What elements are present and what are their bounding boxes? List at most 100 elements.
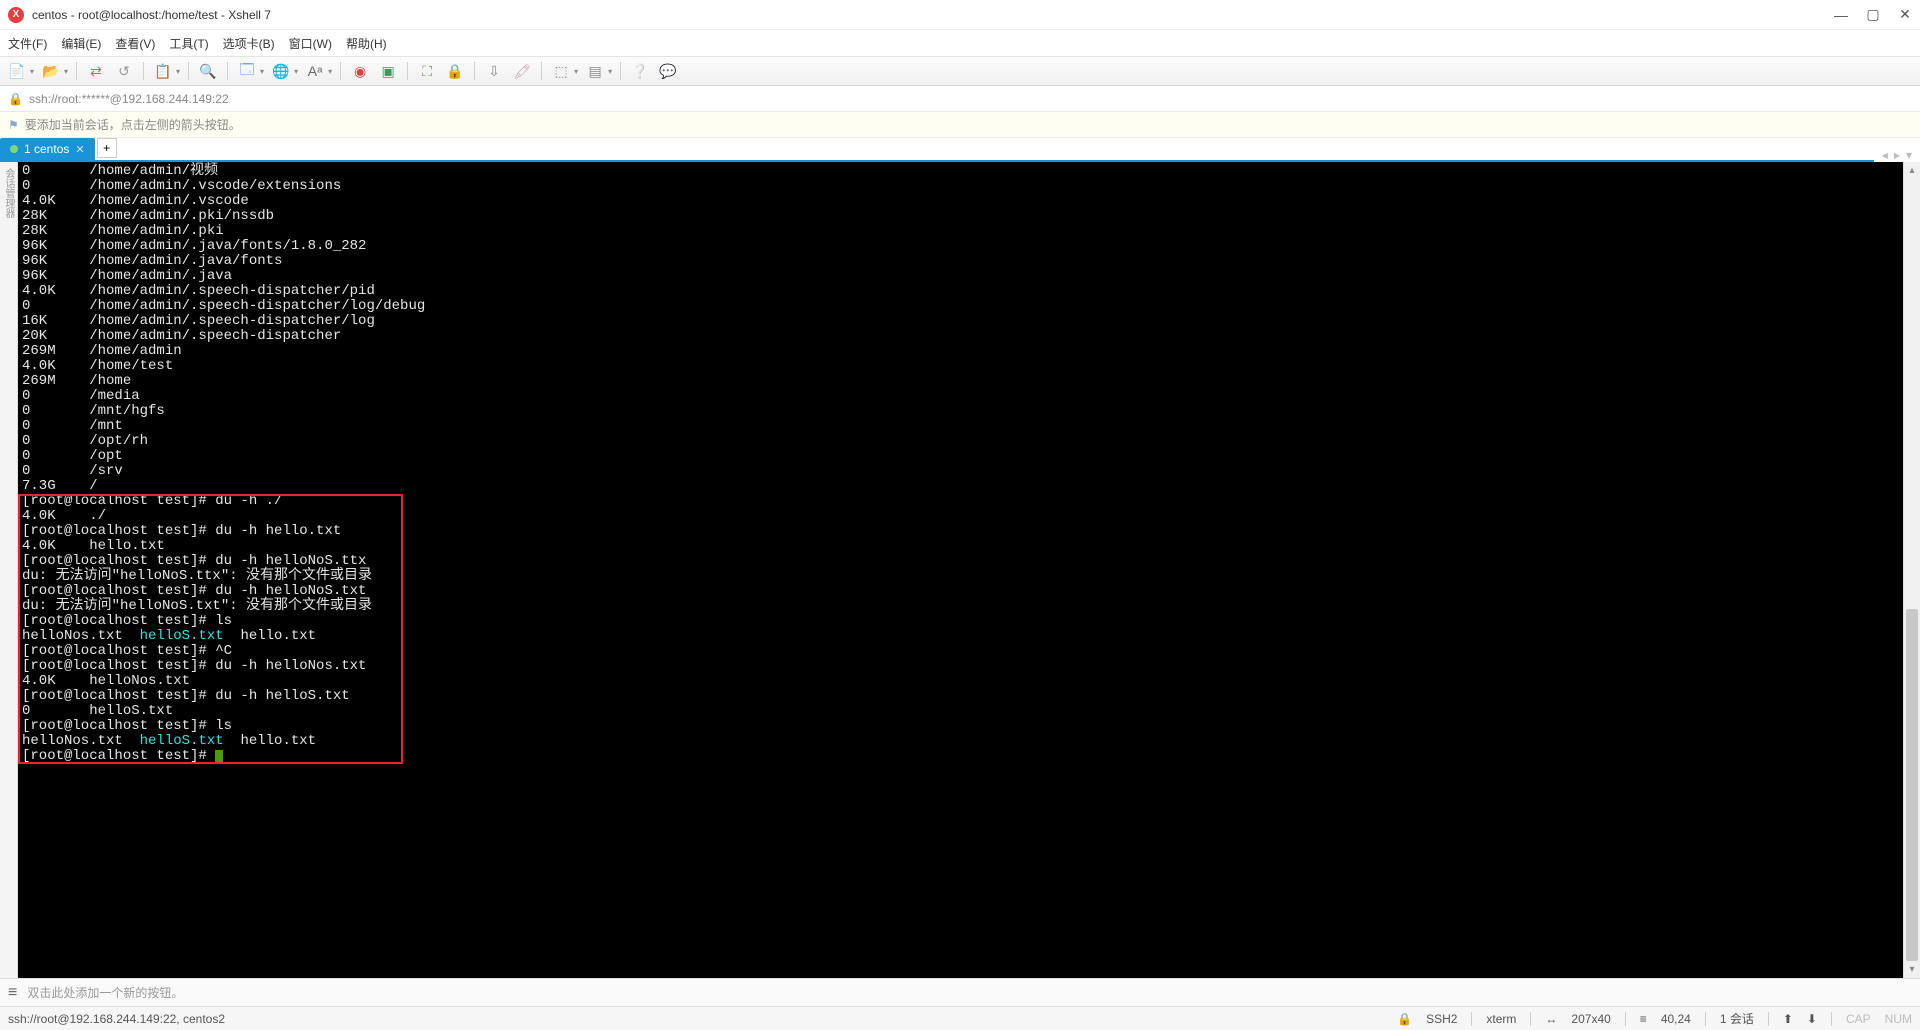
cursor-pos-icon: ≡: [1640, 1012, 1647, 1026]
tile-h-button[interactable]: ⬚: [550, 60, 572, 82]
status-sessions: 1 会话: [1720, 1010, 1754, 1027]
separator: [474, 62, 475, 80]
flag-icon[interactable]: ⚑: [8, 118, 19, 132]
scroll-track[interactable]: [1904, 179, 1920, 961]
app-icon: X: [8, 7, 24, 23]
quick-button-bar[interactable]: ≡ 双击此处添加一个新的按钮。: [0, 978, 1920, 1006]
highlight-button[interactable]: 🖍: [511, 60, 533, 82]
status-term-size: 207x40: [1571, 1012, 1610, 1026]
chevron-down-icon[interactable]: ▾: [608, 67, 612, 76]
status-dot-icon: [10, 145, 18, 153]
main: 会话管理器 0 /home/admin/视频 0 /home/admin/.vs…: [0, 162, 1920, 978]
chevron-down-icon[interactable]: ▾: [574, 67, 578, 76]
hintbar: ⚑ 要添加当前会话，点击左侧的箭头按钮。: [0, 112, 1920, 138]
chevron-down-icon[interactable]: ▾: [176, 67, 180, 76]
tab-close-button[interactable]: ✕: [75, 143, 84, 156]
upload-icon[interactable]: ⬆: [1783, 1012, 1793, 1026]
titlebar: X centos - root@localhost:/home/test - X…: [0, 0, 1920, 30]
xshell-icon[interactable]: ◉: [349, 60, 371, 82]
download-icon[interactable]: ⬇: [1807, 1012, 1817, 1026]
separator: [76, 62, 77, 80]
quick-button-hint: 双击此处添加一个新的按钮。: [27, 984, 183, 1001]
addressbar[interactable]: 🔒 ssh://root:******@192.168.244.149:22: [0, 86, 1920, 112]
properties-button[interactable]: 🗔: [236, 60, 258, 82]
help-button[interactable]: ❔: [629, 60, 651, 82]
tab-prev-button[interactable]: ◂: [1882, 148, 1888, 162]
session-manager-label: 会话管理器: [1, 168, 16, 218]
font-button[interactable]: Aᵃ: [304, 60, 326, 82]
copy-button[interactable]: 📋: [152, 60, 174, 82]
chevron-down-icon[interactable]: ▾: [328, 67, 332, 76]
tab-next-button[interactable]: ▸: [1894, 148, 1900, 162]
scroll-up-button[interactable]: ▴: [1904, 162, 1920, 179]
separator: [227, 62, 228, 80]
toolbar: 📄▾ 📂▾ ⇄ ↺ 📋▾ 🔍 🗔▾ 🌐▾ Aᵃ▾ ◉ ▣ ⛶ 🔒 ⇩ 🖍 ⬚▾ …: [0, 56, 1920, 86]
hint-text: 要添加当前会话，点击左侧的箭头按钮。: [25, 116, 241, 133]
open-button[interactable]: 📂: [40, 60, 62, 82]
menu-help[interactable]: 帮助(H): [346, 35, 387, 52]
menu-window[interactable]: 窗口(W): [289, 35, 332, 52]
new-session-button[interactable]: 📄: [6, 60, 28, 82]
window-controls: ― ▢ ✕: [1834, 8, 1912, 22]
find-button[interactable]: 🔍: [197, 60, 219, 82]
scroll-lock-button[interactable]: ⇩: [483, 60, 505, 82]
separator: [1768, 1012, 1769, 1026]
menu-view[interactable]: 查看(V): [115, 35, 155, 52]
tile-v-button[interactable]: ▤: [584, 60, 606, 82]
separator: [340, 62, 341, 80]
globe-button[interactable]: 🌐: [270, 60, 292, 82]
disconnect-button[interactable]: ⇄: [85, 60, 107, 82]
feedback-button[interactable]: 💬: [657, 60, 679, 82]
separator: [1625, 1012, 1626, 1026]
reconnect-button[interactable]: ↺: [113, 60, 135, 82]
status-term: xterm: [1486, 1012, 1516, 1026]
menu-tabs[interactable]: 选项卡(B): [223, 35, 275, 52]
address-text: ssh://root:******@192.168.244.149:22: [29, 92, 229, 106]
chevron-down-icon[interactable]: ▾: [64, 67, 68, 76]
separator: [143, 62, 144, 80]
new-tab-button[interactable]: +: [97, 138, 117, 158]
lock-icon: 🔒: [1397, 1012, 1412, 1026]
tab-list-button[interactable]: ▾: [1906, 148, 1912, 162]
status-num: NUM: [1885, 1012, 1912, 1026]
lock-icon: 🔒: [8, 92, 23, 106]
terminal[interactable]: 0 /home/admin/视频 0 /home/admin/.vscode/e…: [18, 162, 1903, 978]
window-title: centos - root@localhost:/home/test - Xsh…: [32, 8, 1834, 22]
chevron-down-icon[interactable]: ▾: [30, 67, 34, 76]
menu-edit[interactable]: 编辑(E): [61, 35, 101, 52]
separator: [188, 62, 189, 80]
tab-label: 1 centos: [24, 142, 69, 156]
maximize-button[interactable]: ▢: [1866, 8, 1880, 22]
menubar: 文件(F) 编辑(E) 查看(V) 工具(T) 选项卡(B) 窗口(W) 帮助(…: [0, 30, 1920, 56]
chevron-down-icon[interactable]: ▾: [294, 67, 298, 76]
separator: [1530, 1012, 1531, 1026]
menu-file[interactable]: 文件(F): [8, 35, 47, 52]
statusbar: ssh://root@192.168.244.149:22, centos2 🔒…: [0, 1006, 1920, 1030]
separator: [1831, 1012, 1832, 1026]
separator: [1471, 1012, 1472, 1026]
tab-centos[interactable]: 1 centos ✕: [0, 138, 95, 160]
separator: [1705, 1012, 1706, 1026]
lock-button[interactable]: 🔒: [444, 60, 466, 82]
tab-nav: ◂ ▸ ▾: [1874, 148, 1920, 162]
status-connection: ssh://root@192.168.244.149:22, centos2: [8, 1012, 1397, 1026]
xftp-button[interactable]: ▣: [377, 60, 399, 82]
status-cursor: 40,24: [1661, 1012, 1691, 1026]
status-cap: CAP: [1846, 1012, 1871, 1026]
separator: [620, 62, 621, 80]
tabbar: 1 centos ✕ + ◂ ▸ ▾: [0, 138, 1920, 162]
resize-icon: ↔: [1545, 1012, 1557, 1026]
status-ssh: SSH2: [1426, 1012, 1457, 1026]
scroll-down-button[interactable]: ▾: [1904, 961, 1920, 978]
close-button[interactable]: ✕: [1898, 8, 1912, 22]
session-manager-handle[interactable]: 会话管理器: [0, 162, 18, 978]
minimize-button[interactable]: ―: [1834, 8, 1848, 22]
fullscreen-button[interactable]: ⛶: [416, 60, 438, 82]
chevron-down-icon[interactable]: ▾: [260, 67, 264, 76]
menu-tools[interactable]: 工具(T): [169, 35, 208, 52]
terminal-wrap: 0 /home/admin/视频 0 /home/admin/.vscode/e…: [18, 162, 1903, 978]
scroll-thumb[interactable]: [1906, 609, 1918, 961]
separator: [407, 62, 408, 80]
menu-icon[interactable]: ≡: [8, 984, 17, 1002]
scrollbar[interactable]: ▴ ▾: [1903, 162, 1920, 978]
